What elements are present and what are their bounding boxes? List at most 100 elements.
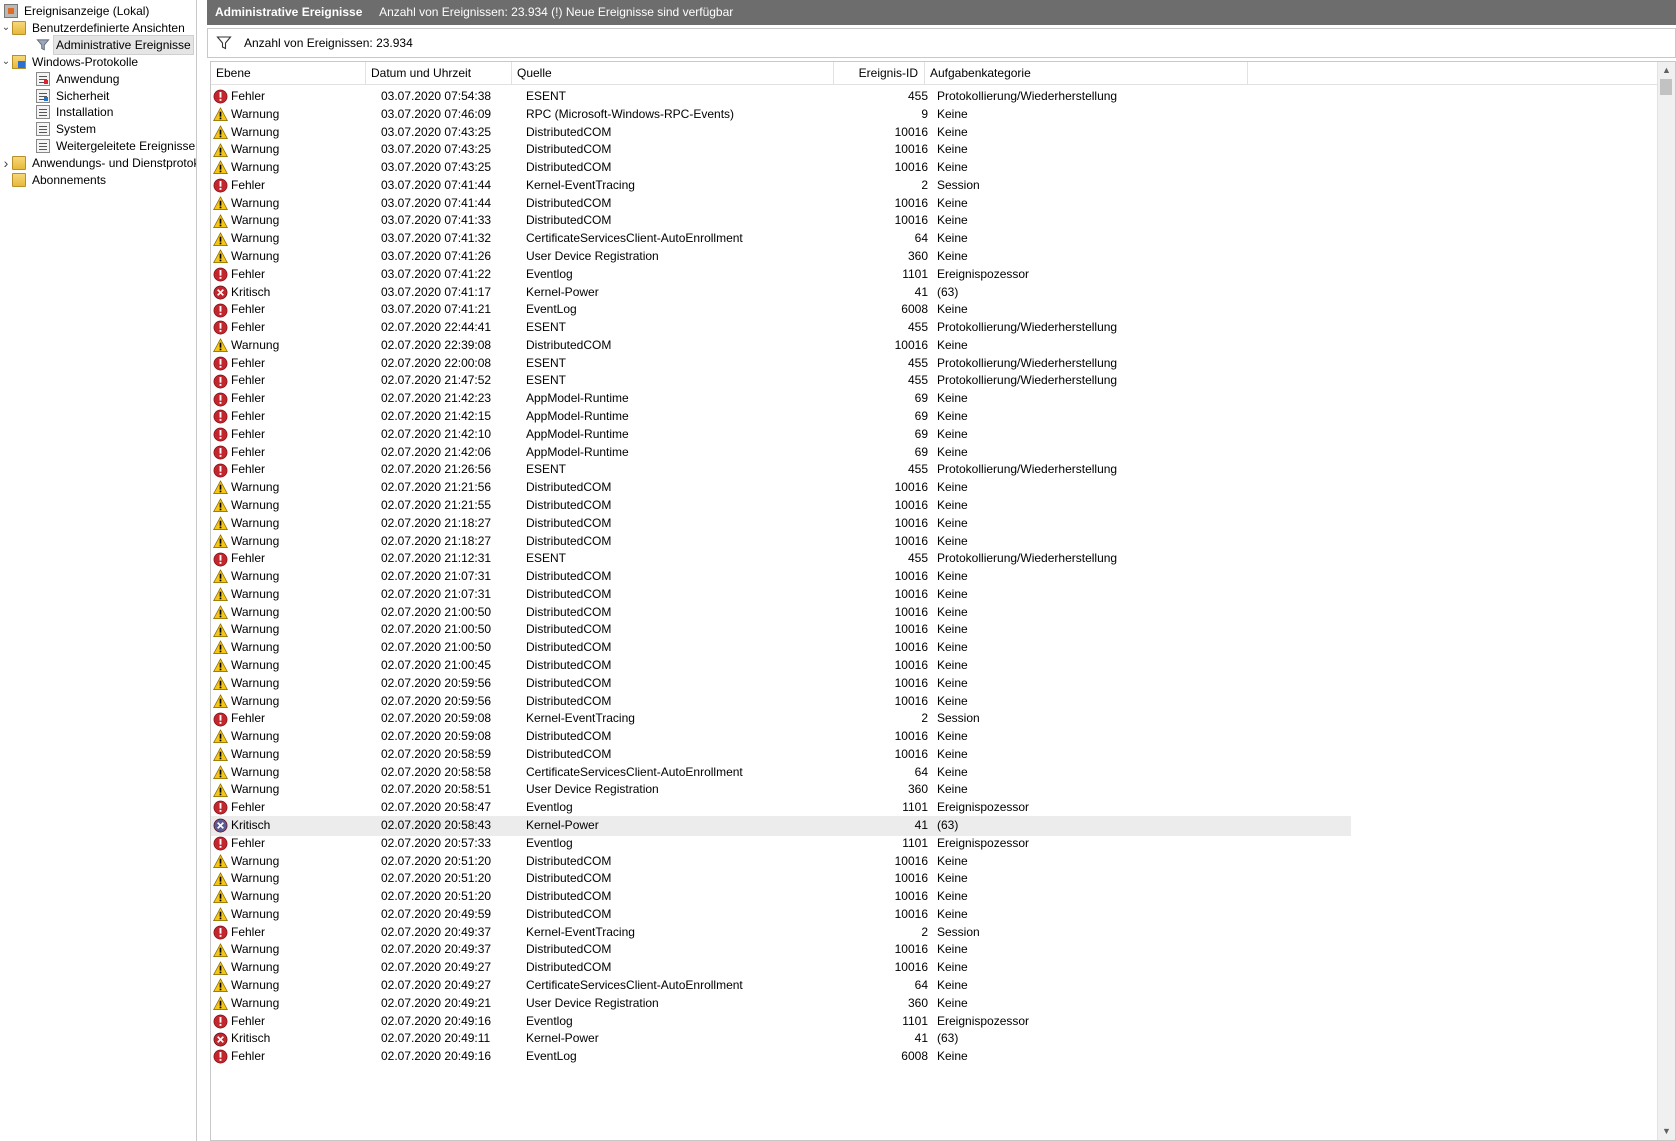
table-row[interactable]: Fehler 02.07.2020 20:57:33 Eventlog 1101 Ere…: [211, 834, 1351, 854]
table-row[interactable]: Fehler 02.07.2020 21:47:52 ESENT 455 Protoko…: [211, 371, 1351, 391]
table-row[interactable]: Warnung 02.07.2020 20:58:51 User Device Re…: [211, 780, 1351, 800]
column-header-event-id[interactable]: Ereignis-ID: [834, 62, 925, 85]
chevron-down-icon[interactable]: ⌄: [0, 19, 12, 37]
table-row[interactable]: Warnung 02.07.2020 20:49:21 User Device Re…: [211, 994, 1351, 1014]
table-row[interactable]: Warnung 02.07.2020 21:18:27 DistributedCOM…: [211, 514, 1351, 534]
table-row[interactable]: Warnung 03.07.2020 07:41:44 DistributedCOM…: [211, 194, 1351, 214]
tree-item-administrative-ereignisse[interactable]: Administrative Ereignisse: [24, 34, 194, 55]
table-row[interactable]: Warnung 02.07.2020 20:59:56 DistributedCOM…: [211, 674, 1351, 694]
table-row[interactable]: Warnung 02.07.2020 21:18:27 DistributedCOM…: [211, 532, 1351, 552]
date-cell: 02.07.2020 21:21:56: [381, 480, 492, 495]
tree-item-windows-protokolle[interactable]: ⌄ Windows-Protokolle: [0, 53, 140, 71]
scroll-up-icon[interactable]: ▲: [1658, 62, 1675, 79]
table-row[interactable]: Warnung 03.07.2020 07:43:25 DistributedCOM…: [211, 140, 1351, 160]
table-row[interactable]: Warnung 03.07.2020 07:43:25 DistributedCOM…: [211, 158, 1351, 178]
table-row[interactable]: Warnung 02.07.2020 21:21:55 DistributedCOM…: [211, 496, 1351, 516]
critical-icon: [213, 818, 228, 833]
table-row[interactable]: Fehler 02.07.2020 20:58:47 Eventlog 1101 Ere…: [211, 798, 1351, 818]
level-label: Warnung: [231, 106, 280, 121]
table-row[interactable]: Fehler 03.07.2020 07:41:44 Kernel-EventTra…: [211, 176, 1351, 196]
table-row[interactable]: Warnung 02.07.2020 20:49:59 DistributedCOM…: [211, 905, 1351, 925]
tree-item-anwendungs-und-dienstprotokolle[interactable]: › Anwendungs- und Dienstprotokolle: [0, 154, 196, 172]
level-label: Fehler: [231, 1013, 266, 1028]
table-row[interactable]: Warnung 02.07.2020 21:00:45 DistributedCOM…: [211, 656, 1351, 676]
scroll-thumb[interactable]: [1660, 79, 1672, 95]
source-cell: DistributedCOM: [526, 142, 612, 157]
table-row[interactable]: Warnung 03.07.2020 07:41:26 User Device Re…: [211, 247, 1351, 267]
table-row[interactable]: Warnung 02.07.2020 20:58:59 DistributedCOM…: [211, 745, 1351, 765]
tree-item-installation[interactable]: Installation: [24, 103, 115, 121]
vertical-scrollbar[interactable]: ▲ ▼: [1657, 62, 1675, 1140]
column-header-level[interactable]: Ebene: [211, 62, 366, 85]
column-header-date[interactable]: Datum und Uhrzeit: [366, 62, 512, 85]
table-row[interactable]: Warnung 02.07.2020 21:00:50 DistributedCOM…: [211, 603, 1351, 623]
level-label: Warnung: [231, 764, 280, 779]
table-row[interactable]: Warnung 02.07.2020 20:49:37 DistributedCOM…: [211, 940, 1351, 960]
table-row[interactable]: Warnung 02.07.2020 21:00:50 DistributedCOM…: [211, 620, 1351, 640]
table-row[interactable]: Fehler 02.07.2020 20:59:08 Kernel-EventTra…: [211, 709, 1351, 729]
table-row[interactable]: Warnung 02.07.2020 21:00:50 DistributedCOM…: [211, 638, 1351, 658]
table-row[interactable]: Warnung 02.07.2020 20:49:27 CertificateSer…: [211, 976, 1351, 996]
tree-item-system[interactable]: System: [24, 120, 98, 138]
table-row[interactable]: Warnung 02.07.2020 20:59:56 DistributedCOM…: [211, 692, 1351, 712]
table-row[interactable]: Fehler 02.07.2020 21:42:06 AppModel-Runtim…: [211, 443, 1351, 463]
table-row[interactable]: Warnung 02.07.2020 22:39:08 DistributedCOM…: [211, 336, 1351, 356]
event-id-cell: 10016: [894, 657, 928, 672]
level-cell: Warnung: [213, 994, 368, 1014]
table-row[interactable]: Warnung 02.07.2020 21:21:56 DistributedCOM…: [211, 478, 1351, 498]
tree-item-abonnements[interactable]: Abonnements: [0, 171, 108, 189]
table-row[interactable]: Fehler 03.07.2020 07:41:22 Eventlog 1101 Ere…: [211, 265, 1351, 285]
warning-icon: [213, 676, 228, 690]
scroll-down-icon[interactable]: ▼: [1658, 1123, 1675, 1140]
table-row[interactable]: Warnung 02.07.2020 21:07:31 DistributedCOM…: [211, 585, 1351, 605]
tree-item-benutzerdefinierte-ansichten[interactable]: ⌄ Benutzerdefinierte Ansichten: [0, 19, 187, 37]
level-cell: Warnung: [213, 692, 368, 712]
event-count-notice[interactable]: Anzahl von Ereignissen: 23.934 (!) Neue …: [379, 5, 733, 19]
table-row[interactable]: Kritisch 02.07.2020 20:49:11 Kernel-Power 4…: [211, 1029, 1351, 1049]
table-row[interactable]: Warnung 02.07.2020 20:59:08 DistributedCOM…: [211, 727, 1351, 747]
level-label: Warnung: [231, 515, 280, 530]
warning-icon: [213, 124, 228, 139]
chevron-right-icon[interactable]: ›: [0, 154, 12, 172]
table-row[interactable]: Warnung 02.07.2020 20:51:20 DistributedCOM…: [211, 852, 1351, 872]
chevron-down-icon[interactable]: ⌄: [0, 53, 12, 71]
tree-item-anwendung[interactable]: Anwendung: [24, 70, 121, 88]
table-row[interactable]: Kritisch 03.07.2020 07:41:17 Kernel-Power 4…: [211, 283, 1351, 303]
table-row[interactable]: Fehler 02.07.2020 21:42:15 AppModel-Runtim…: [211, 407, 1351, 427]
level-cell: Fehler: [213, 443, 368, 463]
table-row[interactable]: Fehler 02.07.2020 20:49:16 EventLog 6008 Kei…: [211, 1047, 1351, 1067]
table-row[interactable]: Warnung 03.07.2020 07:41:33 DistributedCOM…: [211, 211, 1351, 231]
table-row[interactable]: Warnung 03.07.2020 07:43:25 DistributedCOM…: [211, 123, 1351, 143]
table-row[interactable]: Warnung 02.07.2020 20:51:20 DistributedCOM…: [211, 869, 1351, 889]
table-row[interactable]: Fehler 02.07.2020 21:26:56 ESENT 455 Protoko…: [211, 460, 1351, 480]
source-cell: Eventlog: [526, 800, 573, 815]
table-row[interactable]: Fehler 02.07.2020 20:49:16 Eventlog 1101 Ere…: [211, 1012, 1351, 1032]
date-cell: 02.07.2020 21:18:27: [381, 515, 492, 530]
table-row[interactable]: Warnung 02.07.2020 21:07:31 DistributedCOM…: [211, 567, 1351, 587]
table-row[interactable]: Kritisch 02.07.2020 20:58:43 Kernel-Power 4…: [211, 815, 1351, 836]
tree-item-sicherheit[interactable]: Sicherheit: [24, 87, 111, 105]
table-row[interactable]: Fehler 02.07.2020 21:12:31 ESENT 455 Protoko…: [211, 549, 1351, 569]
column-header-category[interactable]: Aufgabenkategorie: [925, 62, 1248, 85]
table-row[interactable]: Fehler 02.07.2020 22:44:41 ESENT 455 Protoko…: [211, 318, 1351, 338]
warning-icon: [213, 605, 228, 619]
table-row[interactable]: Fehler 02.07.2020 21:42:10 AppModel-Runtim…: [211, 425, 1351, 445]
tree-item-ereignisanzeige-lokal[interactable]: Ereignisanzeige (Lokal): [0, 2, 151, 20]
table-row[interactable]: Warnung 03.07.2020 07:41:32 CertificateSer…: [211, 229, 1351, 249]
column-header-source[interactable]: Quelle: [512, 62, 834, 85]
filter-count-text: Anzahl von Ereignissen: 23.934: [244, 36, 413, 50]
tree-item-weitergeleitete-ereignisse[interactable]: Weitergeleitete Ereignisse: [24, 137, 196, 155]
table-row[interactable]: Warnung 03.07.2020 07:46:09 RPC (Microsoft…: [211, 105, 1351, 125]
table-row[interactable]: Fehler 02.07.2020 20:49:37 Kernel-EventTra…: [211, 923, 1351, 943]
table-row[interactable]: Fehler 02.07.2020 21:42:23 AppModel-Runtim…: [211, 389, 1351, 409]
table-row[interactable]: Fehler 03.07.2020 07:41:21 EventLog 6008 Kei…: [211, 300, 1351, 320]
table-row[interactable]: Fehler 02.07.2020 22:00:08 ESENT 455 Protoko…: [211, 354, 1351, 374]
table-row[interactable]: Fehler 03.07.2020 07:54:38 ESENT 455 Protoko…: [211, 87, 1351, 107]
level-cell: Warnung: [213, 763, 368, 783]
table-row[interactable]: Warnung 02.07.2020 20:58:58 CertificateSer…: [211, 763, 1351, 783]
table-row[interactable]: Warnung 02.07.2020 20:51:20 DistributedCOM…: [211, 887, 1351, 907]
level-label: Fehler: [231, 391, 266, 406]
table-row[interactable]: Warnung 02.07.2020 20:49:27 DistributedCOM…: [211, 958, 1351, 978]
